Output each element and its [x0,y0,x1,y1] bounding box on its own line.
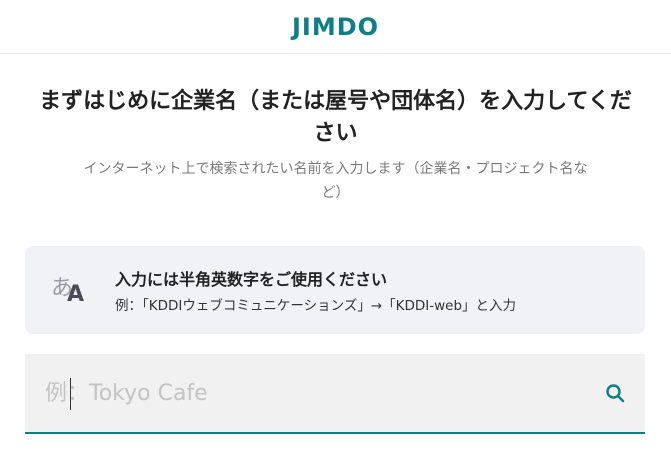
company-name-input[interactable] [25,354,585,432]
notice-example: 例：「KDDIウェブコミュニケーションズ」→「KDDI-web」と入力 [115,298,517,314]
translate-icon: あ A [25,246,115,334]
text-caret [70,378,71,410]
input-notice: あ A 入力には半角英数字をご使用ください 例：「KDDIウェブコミュニケーショ… [25,246,645,334]
translate-icon-latin: A [67,282,85,307]
jimdo-logo[interactable]: JIMDO [292,13,379,41]
top-bar: JIMDO [0,0,671,54]
notice-title: 入力には半角英数字をご使用ください [115,270,388,289]
company-name-field[interactable] [25,354,645,434]
search-icon[interactable] [585,353,645,433]
notice-text: 入力には半角英数字をご使用ください 例：「KDDIウェブコミュニケーションズ」→… [115,266,516,314]
page-title: まずはじめに企業名（または屋号や団体名）を入力してください [39,89,632,146]
page-subtitle: インターネット上で検索されたい名前を入力します（企業名・プロジェクト名など） [83,161,588,201]
